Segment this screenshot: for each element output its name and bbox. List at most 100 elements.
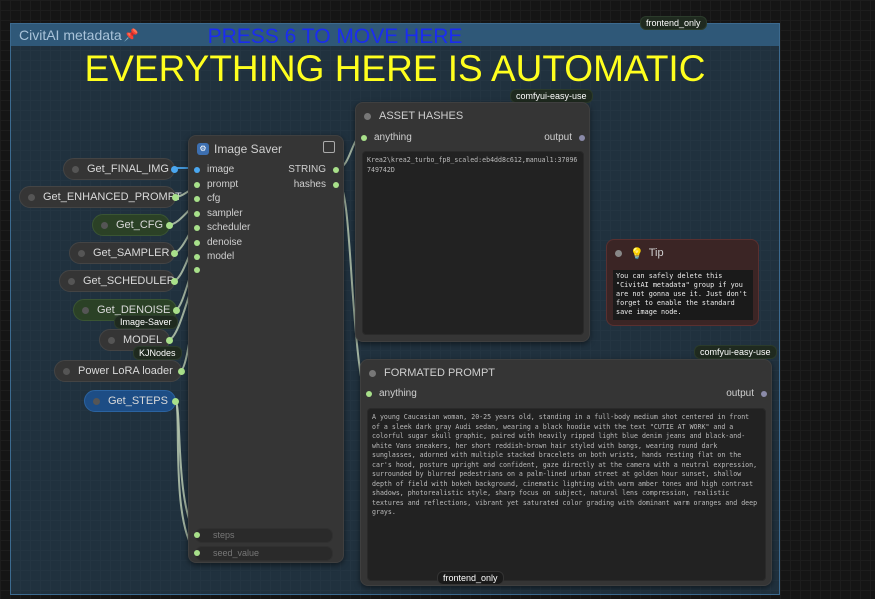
port-dot-icon[interactable]: [361, 134, 367, 141]
badge-kjnodes: KJNodes: [133, 346, 182, 360]
port-dot-icon[interactable]: [761, 390, 767, 397]
badge-easy-use-1: comfyui-easy-use: [510, 89, 593, 103]
node-label: Get_CFG: [116, 219, 164, 231]
port-dot-icon[interactable]: [194, 195, 200, 202]
port-dot-icon[interactable]: [194, 181, 200, 188]
node-label: Get_SAMPLER: [93, 247, 170, 259]
output-dot-icon[interactable]: [171, 166, 178, 173]
input-denoise[interactable]: denoise: [194, 237, 242, 248]
output-dot-icon[interactable]: [171, 250, 178, 257]
expand-icon[interactable]: [323, 141, 335, 153]
port-dot-icon[interactable]: [579, 134, 585, 141]
get-scheduler-node[interactable]: Get_SCHEDULER: [59, 270, 178, 292]
port-label: output: [544, 132, 572, 143]
port-dot-icon[interactable]: [194, 210, 200, 217]
collapse-dot-icon[interactable]: [63, 367, 70, 375]
get-sampler-node[interactable]: Get_SAMPLER: [69, 242, 178, 264]
widget-label: steps: [213, 530, 235, 540]
port-label: hashes: [293, 179, 326, 190]
collapse-dot-icon[interactable]: [78, 249, 85, 257]
image-saver-title-bar[interactable]: ⚙ Image Saver: [189, 136, 343, 162]
output-dot-icon[interactable]: [166, 337, 173, 344]
node-label: MODEL: [123, 334, 163, 346]
output-dot-icon[interactable]: [172, 398, 179, 405]
node-label: Get_SCHEDULER: [83, 275, 175, 287]
asset-hashes-output[interactable]: output: [544, 132, 585, 143]
port-label: scheduler: [207, 222, 251, 233]
collapse-dot-icon[interactable]: [369, 369, 376, 377]
collapse-dot-icon[interactable]: [615, 249, 622, 257]
seed-port-dot-icon[interactable]: [194, 550, 200, 556]
port-label: anything: [374, 132, 412, 143]
port-dot-icon[interactable]: [194, 267, 200, 273]
node-label: Get_ENHANCED_PROMPT: [43, 191, 182, 203]
port-dot-icon[interactable]: [333, 181, 339, 188]
output-dot-icon[interactable]: [171, 278, 178, 285]
collapse-dot-icon[interactable]: [68, 277, 75, 285]
get-final-img-node[interactable]: Get_FINAL_IMG: [63, 158, 178, 180]
steps-widget[interactable]: steps: [195, 528, 333, 543]
output-dot-icon[interactable]: [172, 194, 179, 201]
app-icon: ⚙: [197, 143, 209, 155]
tip-node[interactable]: 💡 Tip You can safely delete this "CivitA…: [606, 239, 759, 326]
get-enhanced-prompt-node[interactable]: Get_ENHANCED_PROMPT: [19, 186, 182, 208]
port-label: anything: [379, 388, 417, 399]
port-label: image: [207, 164, 235, 175]
collapse-dot-icon[interactable]: [93, 397, 100, 405]
asset-hashes-title-bar[interactable]: ASSET HASHES: [356, 103, 589, 129]
badge-easy-use-2: comfyui-easy-use: [694, 345, 777, 359]
asset-hashes-node[interactable]: ASSET HASHES anything output Krea2\krea2…: [355, 102, 590, 342]
collapse-dot-icon[interactable]: [28, 193, 35, 201]
output-dot-icon[interactable]: [166, 222, 173, 229]
port-dot-icon[interactable]: [333, 166, 339, 173]
port-dot-icon[interactable]: [194, 253, 200, 260]
output-hashes[interactable]: hashes: [294, 179, 339, 190]
input-image[interactable]: image: [194, 164, 234, 175]
collapse-dot-icon[interactable]: [82, 306, 89, 314]
collapse-dot-icon[interactable]: [101, 221, 108, 229]
seed-value-widget[interactable]: seed_value: [195, 546, 333, 561]
badge-image-saver: Image-Saver: [114, 315, 178, 329]
port-dot-icon[interactable]: [194, 166, 200, 173]
formated-prompt-output[interactable]: output: [726, 388, 767, 399]
formated-prompt-title: FORMATED PROMPT: [384, 367, 496, 379]
input-cfg[interactable]: cfg: [194, 193, 220, 204]
port-dot-icon[interactable]: [194, 224, 200, 231]
collapse-dot-icon[interactable]: [108, 336, 115, 344]
node-label: Get_STEPS: [108, 395, 168, 407]
lightbulb-icon: 💡: [630, 247, 644, 260]
collapse-dot-icon[interactable]: [72, 165, 79, 173]
port-dot-icon[interactable]: [194, 239, 200, 246]
press-6-note: PRESS 6 TO MOVE HERE: [207, 25, 463, 48]
formated-prompt-input[interactable]: anything: [366, 388, 417, 399]
tip-title-bar[interactable]: 💡 Tip: [607, 240, 758, 266]
output-dot-icon[interactable]: [178, 368, 185, 375]
output-string[interactable]: STRING: [288, 164, 339, 175]
power-lora-loader-node[interactable]: Power LoRA loader: [54, 360, 185, 382]
collapse-dot-icon[interactable]: [364, 112, 371, 120]
tip-title: Tip: [648, 247, 664, 259]
port-label: prompt: [207, 179, 239, 190]
port-label: cfg: [207, 193, 221, 204]
asset-hashes-input[interactable]: anything: [361, 132, 412, 143]
asset-hashes-text[interactable]: Krea2\krea2_turbo_fp8_scaled:eb4dd8c612,…: [362, 151, 584, 335]
tip-text: You can safely delete this "CivitAI meta…: [613, 270, 753, 320]
get-cfg-node[interactable]: Get_CFG: [92, 214, 173, 236]
input-model[interactable]: model: [194, 251, 234, 262]
input-sampler[interactable]: sampler: [194, 208, 243, 219]
steps-port-dot-icon[interactable]: [194, 532, 200, 538]
badge-frontend-only-top: frontend_only: [640, 16, 707, 30]
formated-prompt-text[interactable]: A young Caucasian woman, 20-25 years old…: [367, 408, 766, 581]
output-dot-icon[interactable]: [173, 307, 180, 314]
formated-prompt-title-bar[interactable]: FORMATED PROMPT: [361, 360, 771, 386]
input-lora[interactable]: [194, 267, 207, 273]
port-label: model: [207, 251, 235, 262]
image-saver-node[interactable]: ⚙ Image Saver image prompt cfg sampler s…: [188, 135, 344, 563]
node-label: Get_FINAL_IMG: [87, 163, 169, 175]
widget-label: seed_value: [213, 548, 260, 558]
port-dot-icon[interactable]: [366, 390, 372, 397]
input-prompt[interactable]: prompt: [194, 179, 238, 190]
input-scheduler[interactable]: scheduler: [194, 222, 250, 233]
formated-prompt-node[interactable]: FORMATED PROMPT anything output A young …: [360, 359, 772, 586]
get-steps-node[interactable]: Get_STEPS: [84, 390, 179, 412]
